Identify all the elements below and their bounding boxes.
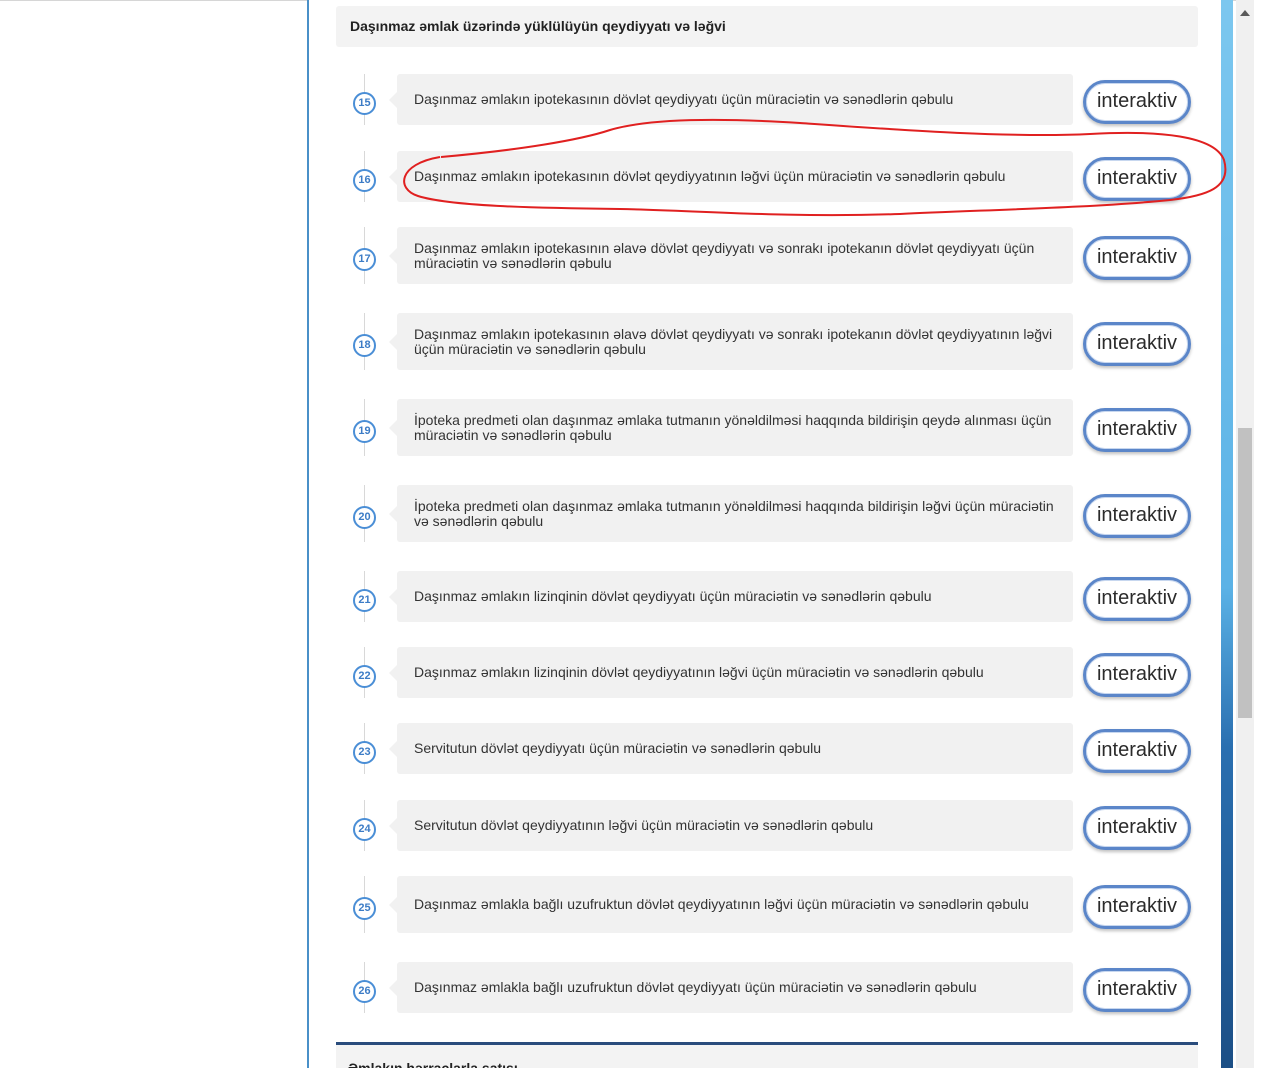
section-title: Daşınmaz əmlak üzərində yüklülüyün qeydi…	[350, 18, 726, 34]
item-number-badge: 21	[353, 588, 376, 612]
interaktiv-button[interactable]: interaktiv	[1083, 407, 1191, 452]
service-item-text: Daşınmaz əmlakın ipotekasının dövlət qey…	[389, 151, 1073, 202]
item-number-badge: 25	[353, 896, 376, 920]
next-section-title: Əmlakın hərraclarla satışı	[348, 1060, 518, 1068]
interaktiv-button[interactable]: interaktiv	[1083, 967, 1191, 1012]
service-item-text: Daşınmaz əmlakla bağlı uzufruktun dövlət…	[389, 876, 1073, 933]
service-item-text: İpoteka predmeti olan daşınmaz əmlaka tu…	[389, 399, 1073, 456]
interaktiv-button[interactable]: interaktiv	[1083, 79, 1191, 124]
service-item-row: 26 Daşınmaz əmlakla bağlı uzufruktun dövl…	[336, 962, 1198, 1013]
item-number-badge: 19	[353, 419, 376, 443]
service-item-text: Daşınmaz əmlakın lizinqinin dövlət qeydi…	[389, 571, 1073, 622]
item-number-badge: 22	[353, 664, 376, 688]
vertical-scrollbar[interactable]	[1236, 0, 1254, 1068]
service-item-row: 16 Daşınmaz əmlakın ipotekasının dövlət q…	[336, 151, 1198, 202]
item-number-badge: 23	[353, 740, 376, 764]
interaktiv-button[interactable]: interaktiv	[1083, 884, 1191, 929]
service-item-row: 20 İpoteka predmeti olan daşınmaz əmlaka …	[336, 485, 1198, 542]
scrollbar-thumb[interactable]	[1238, 428, 1252, 718]
item-number-badge: 20	[353, 505, 376, 529]
window-right-edge	[1254, 0, 1269, 1068]
scroll-up-arrow-icon[interactable]	[1240, 10, 1250, 16]
interaktiv-button[interactable]: interaktiv	[1083, 493, 1191, 538]
item-number-badge: 15	[353, 91, 376, 115]
next-section-header: Əmlakın hərraclarla satışı	[336, 1045, 1198, 1068]
item-number-badge: 18	[353, 333, 376, 357]
interaktiv-button[interactable]: interaktiv	[1083, 652, 1191, 697]
service-item-row: 19 İpoteka predmeti olan daşınmaz əmlaka …	[336, 399, 1198, 456]
item-number-badge: 26	[353, 979, 376, 1003]
service-item-row: 25 Daşınmaz əmlakla bağlı uzufruktun dövl…	[336, 876, 1198, 933]
service-item-row: 18 Daşınmaz əmlakın ipotekasının əlavə dö…	[336, 313, 1198, 370]
service-item-row: 21 Daşınmaz əmlakın lizinqinin dövlət qey…	[336, 571, 1198, 622]
interaktiv-button[interactable]: interaktiv	[1083, 576, 1191, 621]
item-number-badge: 16	[353, 168, 376, 192]
interaktiv-button[interactable]: interaktiv	[1083, 156, 1191, 201]
service-item-text: Daşınmaz əmlakın ipotekasının əlavə dövl…	[389, 313, 1073, 370]
item-number-badge: 17	[353, 247, 376, 271]
service-item-text: İpoteka predmeti olan daşınmaz əmlaka tu…	[389, 485, 1073, 542]
page-side-decoration	[1221, 0, 1233, 1068]
service-item-row: 17 Daşınmaz əmlakın ipotekasının əlavə dö…	[336, 227, 1198, 284]
service-item-row: 23 Servitutun dövlət qeydiyyatı üçün müra…	[336, 723, 1198, 774]
service-item-text: Servitutun dövlət qeydiyyatı üçün müraci…	[389, 723, 1073, 774]
interaktiv-button[interactable]: interaktiv	[1083, 235, 1191, 280]
section-header: Daşınmaz əmlak üzərində yüklülüyün qeydi…	[336, 6, 1198, 47]
service-item-text: Daşınmaz əmlakın lizinqinin dövlət qeydi…	[389, 647, 1073, 698]
service-item-row: 15 Daşınmaz əmlakın ipotekasının dövlət q…	[336, 74, 1198, 125]
service-item-text: Daşınmaz əmlakın ipotekasının əlavə dövl…	[389, 227, 1073, 284]
interaktiv-button[interactable]: interaktiv	[1083, 805, 1191, 850]
service-item-row: 22 Daşınmaz əmlakın lizinqinin dövlət qey…	[336, 647, 1198, 698]
service-item-row: 24 Servitutun dövlət qeydiyyatının ləğvi …	[336, 800, 1198, 851]
service-item-text: Daşınmaz əmlakın ipotekasının dövlət qey…	[389, 74, 1073, 125]
service-item-text: Servitutun dövlət qeydiyyatının ləğvi üç…	[389, 800, 1073, 851]
item-number-badge: 24	[353, 817, 376, 841]
service-item-text: Daşınmaz əmlakla bağlı uzufruktun dövlət…	[389, 962, 1073, 1013]
interaktiv-button[interactable]: interaktiv	[1083, 321, 1191, 366]
interaktiv-button[interactable]: interaktiv	[1083, 728, 1191, 773]
